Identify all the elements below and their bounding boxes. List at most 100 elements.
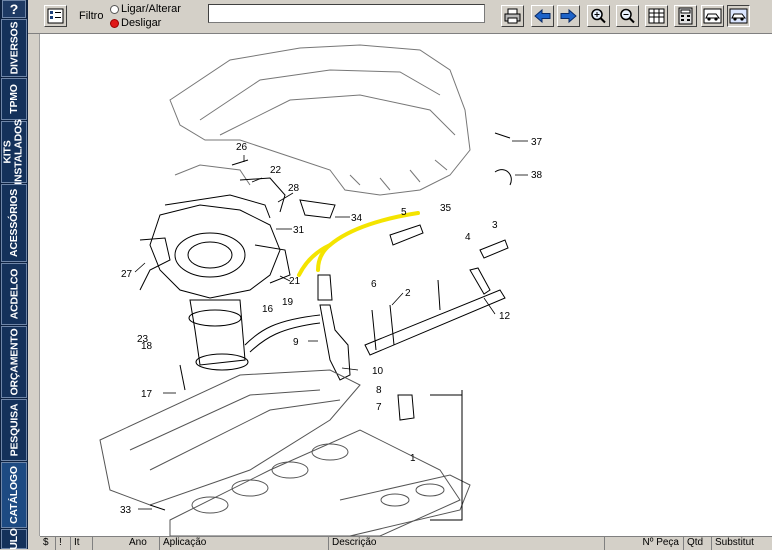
print-icon — [504, 8, 521, 24]
tab-acessorios[interactable]: ACESSÓRIOS — [1, 184, 27, 262]
bolt-drawing — [149, 504, 166, 511]
tab-label: KITS INSTALADOS — [2, 119, 26, 185]
column-header-item[interactable]: It — [71, 537, 93, 550]
column-header-part-number[interactable]: Nº Peça — [605, 537, 684, 550]
column-header-description[interactable]: Descrição — [329, 537, 605, 550]
zoom-in-icon — [591, 8, 606, 24]
sensor-drawing — [299, 199, 336, 219]
column-header-quantity[interactable]: Qtd — [684, 537, 712, 550]
callout-label: 34 — [351, 213, 363, 224]
zoom-out-button[interactable] — [616, 5, 639, 27]
tab-acdelco[interactable]: ACDELCO — [1, 263, 27, 325]
callout-label: 9 — [293, 337, 299, 348]
callout-label: 28 — [288, 183, 300, 194]
throttle-body-drawing — [139, 177, 291, 299]
callout-label: 5 — [401, 207, 407, 218]
callout-label: 17 — [141, 389, 153, 400]
tab-tpmo[interactable]: TPMO — [1, 78, 27, 120]
column-header-application[interactable]: Aplicação — [160, 537, 329, 550]
tab-diversos[interactable]: DIVERSOS — [1, 19, 27, 77]
callout-label: 1 — [410, 453, 416, 464]
filter-on-radio[interactable]: Ligar/Alterar — [110, 3, 181, 15]
catalog-list-button[interactable] — [44, 5, 67, 27]
exploded-view-drawing: 37 38 35 5 3 4 34 26 22 28 31 27 21 6 2 … — [99, 44, 543, 536]
inlet-hose-drawing — [188, 274, 351, 381]
callout-label: 37 — [531, 137, 543, 148]
column-header-substitute[interactable]: Substitut — [712, 537, 772, 550]
print-button[interactable] — [501, 5, 524, 27]
parts-diagram[interactable]: 37 38 35 5 3 4 34 26 22 28 31 27 21 6 2 … — [40, 34, 772, 536]
car-selected-button[interactable] — [727, 5, 750, 27]
filter-off-label: Desligar — [121, 17, 162, 29]
callout-label: 12 — [499, 311, 511, 322]
tab-label: CATÁLOGO — [8, 466, 21, 524]
callout-label: 7 — [376, 402, 382, 413]
tab-label: PESQUISA — [8, 403, 21, 457]
column-header-year[interactable]: Ano — [93, 537, 160, 550]
back-button[interactable] — [531, 5, 554, 27]
callout-label: 22 — [270, 165, 282, 176]
car-selected-icon — [729, 8, 748, 24]
column-header-alert[interactable]: ! — [56, 537, 71, 550]
intake-manifold-drawing — [169, 44, 471, 196]
filter-label: Filtro — [79, 10, 104, 22]
grid-view-button[interactable] — [645, 5, 668, 27]
callout-label: 10 — [372, 366, 384, 377]
callout-label: 33 — [120, 505, 132, 516]
car-button[interactable] — [701, 5, 724, 27]
radio-off-icon — [110, 4, 119, 14]
zoom-in-button[interactable] — [587, 5, 610, 27]
calculator-button[interactable] — [674, 5, 697, 27]
callout-label: 31 — [293, 225, 305, 236]
parts-table-header: $ ! It Ano Aplicação Descrição Nº Peça Q… — [40, 536, 772, 550]
tab-kits-instalados[interactable]: KITS INSTALADOS — [1, 119, 27, 185]
filter-on-label: Ligar/Alterar — [121, 3, 181, 15]
column-header-price[interactable]: $ — [40, 537, 56, 550]
calculator-icon — [678, 7, 693, 25]
tab-catalogo[interactable]: CATÁLOGO — [1, 462, 27, 528]
callout-label: 35 — [440, 203, 452, 214]
radio-on-icon — [110, 18, 119, 28]
filter-off-radio[interactable]: Desligar — [110, 17, 161, 29]
bolt-drawing — [179, 364, 186, 391]
car-icon — [703, 8, 722, 24]
tab-label: ULO — [7, 528, 20, 550]
filter-search-input[interactable] — [208, 4, 485, 23]
back-arrow-icon — [534, 8, 551, 24]
tab-label: TPMO — [8, 84, 20, 114]
tab-label: ACDELCO — [8, 268, 21, 320]
callout-label: 16 — [262, 304, 274, 315]
forward-arrow-icon — [560, 8, 577, 24]
callout-labels: 37 38 35 5 3 4 34 26 22 28 31 27 21 6 2 … — [120, 137, 543, 516]
fuel-rail-drawing — [364, 224, 509, 421]
callout-label: 19 — [282, 297, 294, 308]
callout-label: 38 — [531, 170, 543, 181]
callout-label: 27 — [121, 269, 133, 280]
callout-label: 4 — [465, 232, 471, 243]
callout-label: 26 — [236, 142, 248, 153]
highlight-stroke — [297, 243, 332, 277]
tab-ulo[interactable]: ULO — [1, 528, 27, 550]
grid-view-icon — [648, 8, 665, 24]
tab-label: ACESSÓRIOS — [8, 188, 21, 258]
catalog-list-icon — [47, 8, 64, 24]
bolt-drawing — [231, 159, 249, 166]
callout-label: 21 — [289, 276, 301, 287]
callout-label: 8 — [376, 385, 382, 396]
forward-button[interactable] — [557, 5, 580, 27]
tab-orcamento[interactable]: ORÇAMENTO — [1, 326, 27, 398]
callout-label: 3 — [492, 220, 498, 231]
zoom-out-icon — [620, 8, 635, 24]
tab-pesquisa[interactable]: PESQUISA — [1, 399, 27, 461]
tab-label: ORÇAMENTO — [8, 328, 20, 396]
left-gutter — [28, 34, 40, 536]
vertical-tab-bar: ? DIVERSOS TPMO KITS INSTALADOS ACESSÓRIO… — [0, 0, 28, 550]
callout-label: 6 — [371, 279, 377, 290]
tab-label: DIVERSOS — [8, 21, 21, 75]
toolbar: Filtro Ligar/Alterar Desligar — [28, 0, 772, 34]
small-parts-drawing — [494, 132, 512, 186]
callout-label: 2 — [405, 288, 411, 299]
leader-box-drawing — [430, 390, 463, 521]
help-button[interactable]: ? — [2, 0, 26, 18]
callout-label: 18 — [141, 341, 153, 352]
